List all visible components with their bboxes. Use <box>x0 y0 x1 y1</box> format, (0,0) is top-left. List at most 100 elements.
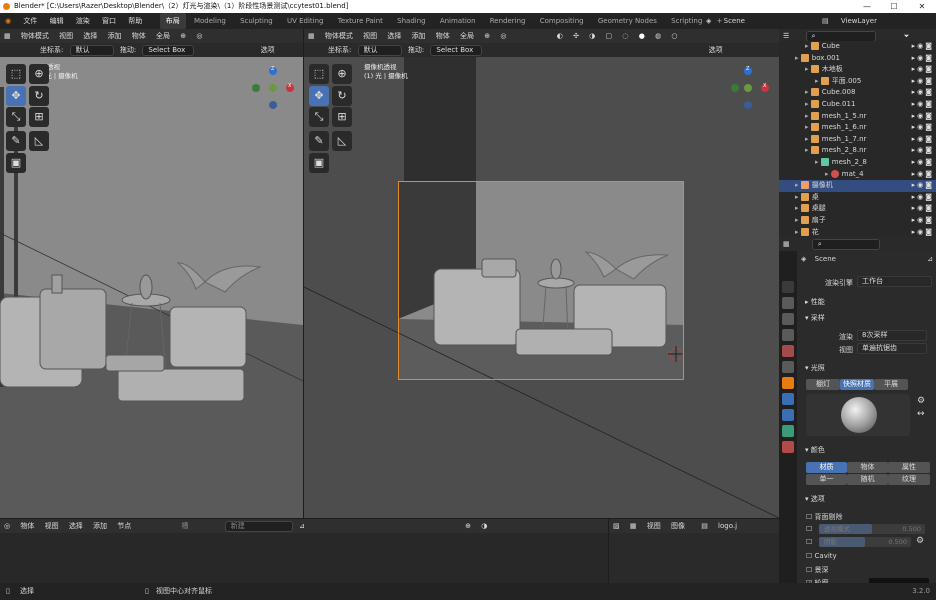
node-editor-canvas[interactable] <box>0 533 608 583</box>
image-menu-view[interactable]: 视图 <box>643 519 665 533</box>
shading-material-icon[interactable]: ◍ <box>651 29 665 43</box>
gizmo-y-icon[interactable] <box>744 84 752 92</box>
expand-arrow-icon[interactable]: ▸ <box>825 170 831 178</box>
tab-layout[interactable]: 布局 <box>159 13 186 29</box>
gizmo-neg-y-icon[interactable] <box>731 84 739 92</box>
node-menu-node[interactable]: 节点 <box>113 519 135 533</box>
visibility-toggles-icon[interactable]: ▸◉◙ <box>912 145 934 157</box>
editor-type-icon[interactable]: ▦ <box>304 29 319 43</box>
snap-node-icon[interactable]: ⊕ <box>461 519 475 533</box>
overlay-toggle-icon[interactable]: ◑ <box>585 29 599 43</box>
scene-tab-icon[interactable] <box>782 345 794 357</box>
outliner-row[interactable]: ▸ mesh_1_5.nr ▸◉◙ <box>779 111 936 123</box>
tab-sculpting[interactable]: Sculpting <box>234 13 279 29</box>
world-tab-icon[interactable] <box>782 361 794 373</box>
visibility-toggles-icon[interactable]: ▸◉◙ <box>912 99 934 111</box>
expand-arrow-icon[interactable]: ▸ <box>805 123 811 131</box>
pin-icon[interactable]: ⊿ <box>295 519 309 533</box>
render-engine-dropdown[interactable]: 工作台 <box>857 276 932 287</box>
menu-select[interactable]: 选择 <box>79 29 101 43</box>
object-tab-icon[interactable] <box>782 377 794 389</box>
pin-icon[interactable]: ⊿ <box>927 255 933 263</box>
menu-add[interactable]: 添加 <box>408 29 430 43</box>
color-object-button[interactable]: 物体 <box>847 462 888 473</box>
depth-of-field-checkbox[interactable]: ☐ 景深 <box>806 565 829 575</box>
outliner-row[interactable]: ▸ Cube ▸◉◙ <box>779 41 936 53</box>
outliner-row[interactable]: ▸ 桌 ▸◉◙ <box>779 192 936 204</box>
backface-culling-checkbox[interactable]: ☐ 背面剔除 <box>806 512 843 522</box>
node-menu-add[interactable]: 添加 <box>89 519 111 533</box>
mode-dropdown[interactable]: 物体模式 <box>321 29 357 43</box>
tab-compositing[interactable]: Compositing <box>534 13 590 29</box>
options-dropdown[interactable]: 选项 <box>705 43 727 57</box>
new-material-button[interactable]: 新建 <box>224 520 293 532</box>
shading-solid-icon[interactable]: ● <box>635 29 649 43</box>
select-box-tool-icon[interactable]: ⬚ <box>309 64 329 84</box>
expand-arrow-icon[interactable]: ▸ <box>795 216 801 224</box>
add-cube-tool-icon[interactable]: ▣ <box>309 153 329 173</box>
add-cube-tool-icon[interactable]: ▣ <box>6 153 26 173</box>
visibility-toggles-icon[interactable]: ▸◉◙ <box>912 169 934 181</box>
maximize-button[interactable]: ☐ <box>883 0 905 13</box>
shadow-settings-icon[interactable]: ⚙ <box>916 536 924 546</box>
expand-arrow-icon[interactable]: ▸ <box>795 181 801 189</box>
gizmo-neg-y-icon[interactable] <box>252 84 260 92</box>
outliner-row[interactable]: ▸ 平面.005 ▸◉◙ <box>779 76 936 88</box>
node-menu-view[interactable]: 视图 <box>41 519 63 533</box>
cursor-tool-icon[interactable]: ⊕ <box>29 64 49 84</box>
coord-dropdown[interactable]: 默认 <box>357 44 402 56</box>
outliner-row[interactable]: ▸ mesh_1_7.nr ▸◉◙ <box>779 134 936 146</box>
tab-scripting[interactable]: Scripting <box>665 13 708 29</box>
left-navigation-gizmo[interactable]: Z X <box>250 65 298 113</box>
section-performance[interactable]: ▸ 性能 <box>801 296 936 308</box>
proportional-icon[interactable]: ◎ <box>192 29 206 43</box>
tab-animation[interactable]: Animation <box>434 13 482 29</box>
outliner-row[interactable]: ▸ 桌腿 ▸◉◙ <box>779 203 936 215</box>
visibility-toggles-icon[interactable]: ▸◉◙ <box>912 227 934 238</box>
visibility-toggles-icon[interactable]: ▸◉◙ <box>912 122 934 134</box>
viewport-samples-dropdown[interactable]: 单遍抗锯齿 <box>857 343 927 354</box>
right-3d-viewport[interactable]: 摄像机透视 (1) 光 | 摄像机 ⬚ ⊕ ✥ ↻ ⤡ ⊞ ✎ ◺ ▣ Z X <box>304 57 779 518</box>
image-menu-image[interactable]: 图像 <box>667 519 689 533</box>
drag-dropdown[interactable]: Select Box <box>142 44 195 56</box>
menu-help[interactable]: 帮助 <box>123 13 147 29</box>
measure-tool-icon[interactable]: ◺ <box>332 131 352 151</box>
measure-tool-icon[interactable]: ◺ <box>29 131 49 151</box>
proportional-icon[interactable]: ◎ <box>496 29 510 43</box>
annotate-tool-icon[interactable]: ✎ <box>309 131 329 151</box>
visibility-toggles-icon[interactable]: ▸◉◙ <box>912 87 934 99</box>
visibility-toggles-icon[interactable]: ▸◉◙ <box>912 53 934 65</box>
expand-arrow-icon[interactable]: ▸ <box>805 100 811 108</box>
image-editor-canvas[interactable] <box>609 533 779 583</box>
left-3d-viewport[interactable]: 用户透视 (1) 光 | 摄像机 ⬚ ⊕ ✥ ↻ ⤡ ⊞ ✎ ◺ ▣ Z X <box>0 57 303 518</box>
section-lighting[interactable]: ▾ 光照 <box>801 362 936 374</box>
xray-slider[interactable]: 透视模式 0.500 <box>819 524 925 534</box>
color-texture-button[interactable]: 纹理 <box>888 474 930 485</box>
move-tool-icon[interactable]: ✥ <box>6 86 26 106</box>
cavity-checkbox[interactable]: ☐ Cavity <box>806 552 837 560</box>
color-random-button[interactable]: 随机 <box>847 474 888 485</box>
outliner-row[interactable]: ▸ 扇子 ▸◉◙ <box>779 215 936 227</box>
properties-search-icon[interactable]: ⌕ <box>811 238 880 250</box>
outliner-row[interactable]: ▸ 摄像机 ▸◉◙ <box>779 180 936 192</box>
shading-wire-icon[interactable]: ◌ <box>618 29 632 43</box>
node-menu-select[interactable]: 选择 <box>65 519 87 533</box>
outliner-row[interactable]: ▸ box.001 ▸◉◙ <box>779 53 936 65</box>
data-tab-icon[interactable] <box>782 425 794 437</box>
minimize-button[interactable]: — <box>856 0 878 13</box>
expand-arrow-icon[interactable]: ▸ <box>795 228 801 236</box>
expand-arrow-icon[interactable]: ▸ <box>805 135 811 143</box>
expand-arrow-icon[interactable]: ▸ <box>795 54 801 62</box>
visibility-toggles-icon[interactable]: ▸◉◙ <box>912 111 934 123</box>
tab-uv-editing[interactable]: UV Editing <box>281 13 330 29</box>
visibility-toggles-icon[interactable]: ▸◉◙ <box>912 203 934 215</box>
gizmo-neg-z-icon[interactable] <box>269 101 277 109</box>
visibility-toggles-icon[interactable]: ▸◉◙ <box>912 76 934 88</box>
visibility-toggles-icon[interactable]: ▸◉◙ <box>912 157 934 169</box>
matcap-flip-icon[interactable]: ↔ <box>917 409 925 419</box>
visibility-toggles-icon[interactable]: ▸◉◙ <box>912 180 934 192</box>
menu-render[interactable]: 渲染 <box>71 13 95 29</box>
section-sampling[interactable]: ▾ 采样 <box>801 312 936 324</box>
scale-tool-icon[interactable]: ⤡ <box>6 107 26 127</box>
lighting-studio-button[interactable]: 棚灯 <box>806 379 840 390</box>
